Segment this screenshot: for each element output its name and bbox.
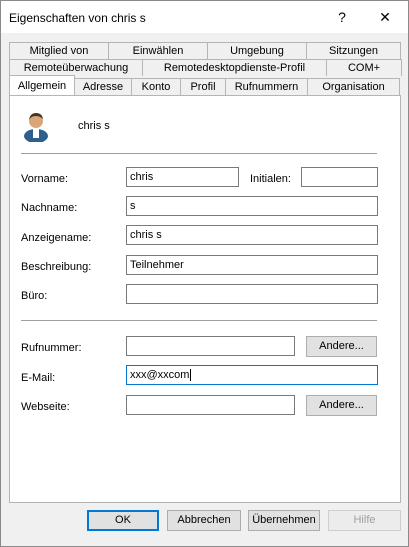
- initialen-field[interactable]: [301, 167, 378, 187]
- tab-umgebung[interactable]: Umgebung: [207, 42, 307, 59]
- properties-dialog: Eigenschaften von chris s ? ✕ Mitglied v…: [0, 0, 409, 547]
- webseite-label: Webseite:: [21, 401, 70, 413]
- close-button[interactable]: ✕: [363, 1, 407, 33]
- title-bar: Eigenschaften von chris s ? ✕: [1, 1, 408, 33]
- nachname-label: Nachname:: [21, 202, 78, 214]
- help-button[interactable]: ?: [320, 1, 364, 33]
- tab-row-1: Mitglied von Einwählen Umgebung Sitzunge…: [9, 42, 401, 59]
- tab-einwaehlen[interactable]: Einwählen: [108, 42, 208, 59]
- separator: [21, 153, 377, 154]
- nachname-field[interactable]: s: [126, 196, 378, 216]
- tab-row-3: Allgemein Adresse Konto Profil Rufnummer…: [9, 75, 400, 95]
- tab-row-2: Remoteüberwachung Remotedesktopdienste-P…: [9, 59, 402, 76]
- rufnummer-label: Rufnummer:: [21, 342, 82, 354]
- initialen-label: Initialen:: [250, 173, 291, 185]
- buero-field[interactable]: [126, 284, 378, 304]
- webseite-andere-button[interactable]: Andere...: [306, 395, 377, 416]
- tab-remoteueberwachung[interactable]: Remoteüberwachung: [9, 59, 143, 76]
- email-field[interactable]: xxx@xxcom: [126, 365, 378, 385]
- beschreibung-field[interactable]: Teilnehmer: [126, 255, 378, 275]
- tab-com[interactable]: COM+: [326, 59, 402, 76]
- beschreibung-label: Beschreibung:: [21, 261, 92, 273]
- text-caret: [190, 369, 192, 382]
- tab-organisation[interactable]: Organisation: [307, 78, 400, 95]
- anzeigename-label: Anzeigename:: [21, 232, 92, 244]
- buero-label: Büro:: [21, 290, 48, 302]
- tab-profil[interactable]: Profil: [180, 78, 226, 95]
- rufnummer-field[interactable]: [126, 336, 295, 356]
- tab-rufnummern[interactable]: Rufnummern: [225, 78, 308, 95]
- uebernehmen-button[interactable]: Übernehmen: [248, 510, 320, 531]
- hilfe-button[interactable]: Hilfe: [328, 510, 401, 531]
- abbrechen-button[interactable]: Abbrechen: [167, 510, 241, 531]
- tab-adresse[interactable]: Adresse: [74, 78, 132, 95]
- ok-button[interactable]: OK: [87, 510, 159, 531]
- tab-konto[interactable]: Konto: [131, 78, 181, 95]
- email-label: E-Mail:: [21, 372, 56, 384]
- vorname-field[interactable]: chris: [126, 167, 239, 187]
- tab-allgemein[interactable]: Allgemein: [9, 75, 75, 95]
- user-avatar-icon: [22, 110, 50, 143]
- webseite-field[interactable]: [126, 395, 295, 415]
- tab-remotedesktop-profil[interactable]: Remotedesktopdienste-Profil: [142, 59, 327, 76]
- tab-sitzungen[interactable]: Sitzungen: [306, 42, 401, 59]
- tab-mitglied-von[interactable]: Mitglied von: [9, 42, 109, 59]
- vorname-label: Vorname:: [21, 173, 69, 185]
- email-value: xxx@xxcom: [130, 369, 190, 381]
- separator: [21, 320, 377, 321]
- anzeigename-field[interactable]: chris s: [126, 225, 378, 245]
- general-tab-panel: chris s Vorname: chris Initialen: Nachna…: [9, 95, 401, 503]
- rufnummer-andere-button[interactable]: Andere...: [306, 336, 377, 357]
- user-display-name: chris s: [78, 120, 110, 132]
- window-title: Eigenschaften von chris s: [9, 11, 146, 25]
